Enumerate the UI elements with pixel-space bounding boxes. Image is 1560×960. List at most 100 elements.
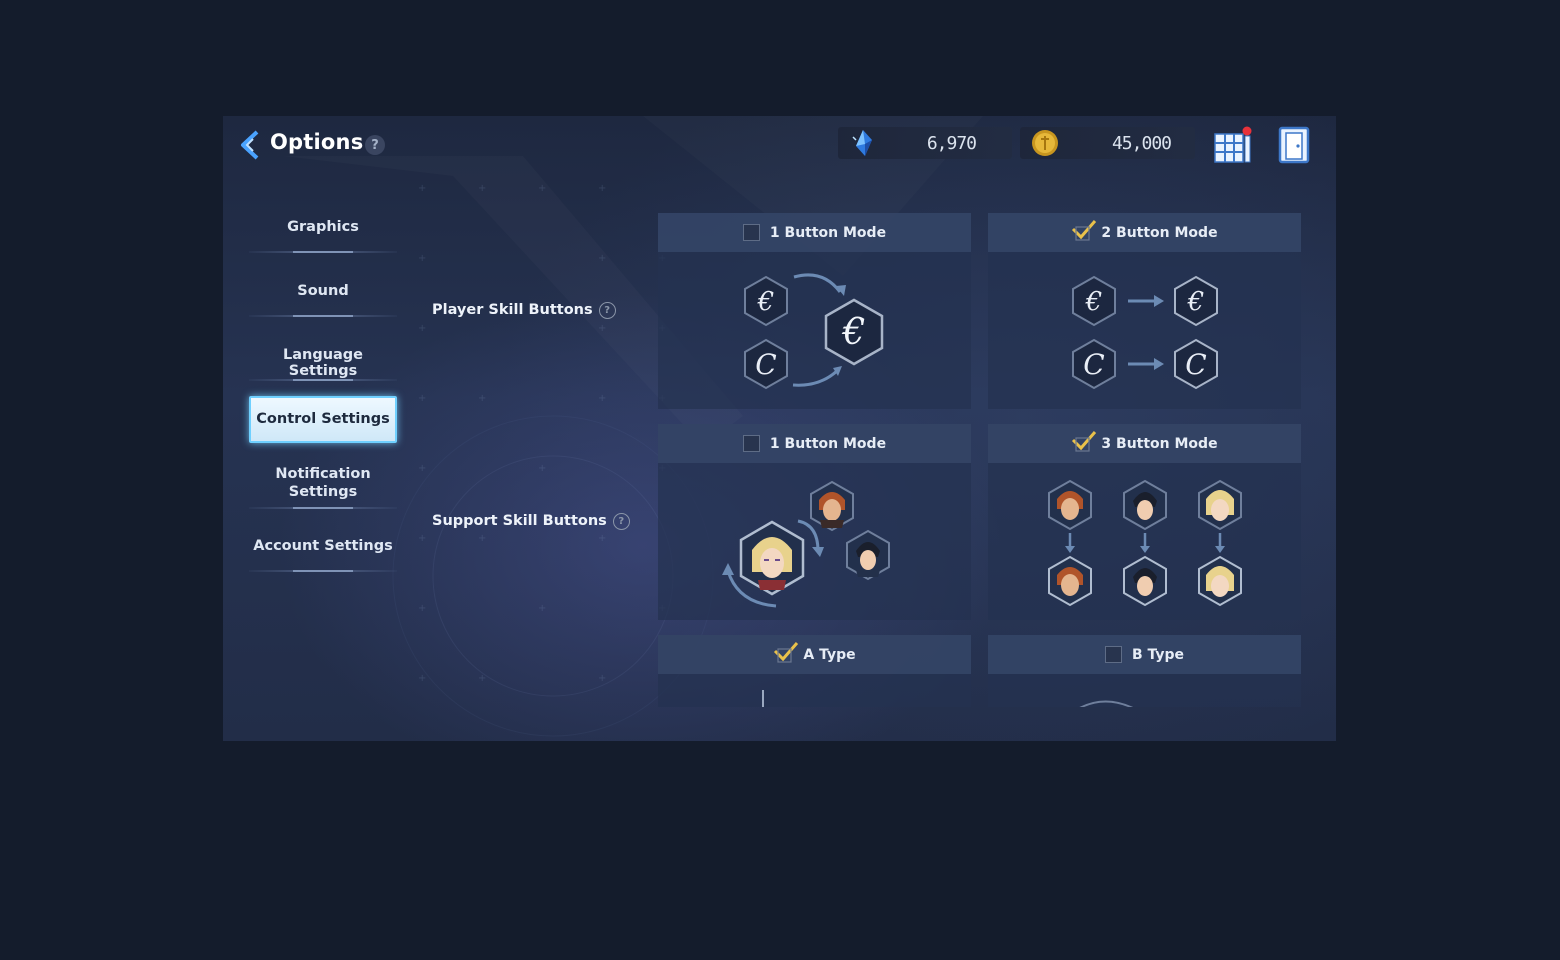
help-icon[interactable]: ? <box>612 513 630 530</box>
option-label: B Type <box>1131 646 1185 663</box>
notification-badge <box>1242 126 1252 136</box>
divider <box>249 315 397 317</box>
svg-text:+: + <box>478 393 486 404</box>
svg-text:C: C <box>1083 348 1104 381</box>
b-type-preview <box>1079 700 1134 707</box>
help-button[interactable]: ? <box>365 135 385 155</box>
menu-button[interactable] <box>1213 126 1253 164</box>
support-skill-buttons-label: Support Skill Buttons? <box>432 513 630 530</box>
svg-text:+: + <box>418 533 426 544</box>
support-3-button-diagram <box>1048 479 1242 607</box>
gold-counter[interactable]: 45,000 <box>1020 127 1195 159</box>
portrait-column-dark <box>1123 479 1167 607</box>
player-2-button-mode-option[interactable]: 2 Button Mode € € C C <box>988 213 1301 409</box>
svg-text:+: + <box>598 533 606 544</box>
exit-door-icon <box>1278 126 1310 164</box>
sidebar-item-language-settings[interactable]: Language Settings <box>249 347 397 383</box>
checkmark-icon <box>1072 219 1097 241</box>
portrait-column-blonde <box>1198 479 1242 607</box>
row-label-text: Player Skill Buttons <box>432 302 593 318</box>
option-label: 2 Button Mode <box>1101 224 1218 241</box>
support-1-button-mode-option[interactable]: 1 Button Mode <box>658 424 971 620</box>
back-button[interactable] <box>235 129 263 161</box>
svg-text:+: + <box>598 253 606 264</box>
svg-text:+: + <box>598 323 606 334</box>
svg-text:€: € <box>757 287 775 317</box>
sidebar-item-label: Notification Settings <box>275 466 371 500</box>
svg-text:+: + <box>478 183 486 194</box>
sidebar-item-account-settings[interactable]: Account Settings <box>249 538 397 574</box>
svg-text:+: + <box>478 673 486 684</box>
svg-text:+: + <box>598 673 606 684</box>
option-header: B Type <box>988 635 1301 674</box>
svg-text:€: € <box>1187 287 1205 317</box>
svg-text:C: C <box>1185 348 1206 381</box>
svg-text:+: + <box>418 393 426 404</box>
svg-text:+: + <box>538 603 546 614</box>
grid-menu-icon <box>1214 126 1252 163</box>
chevron-left-icon <box>241 130 259 160</box>
checkbox-empty[interactable] <box>742 224 760 241</box>
character-portrait-blonde <box>739 520 805 596</box>
sidebar-item-control-settings[interactable]: Control Settings <box>249 396 397 443</box>
support-3-button-mode-option[interactable]: 3 Button Mode <box>988 424 1301 620</box>
option-header: 2 Button Mode <box>988 213 1301 252</box>
sidebar-item-label: Language Settings <box>282 347 364 379</box>
support-1-button-diagram <box>722 480 890 608</box>
a-type-preview <box>762 690 764 707</box>
option-label: 1 Button Mode <box>769 224 887 241</box>
sidebar-item-label: Graphics <box>287 219 359 235</box>
svg-text:+: + <box>418 323 426 334</box>
character-portrait-dark <box>846 529 890 581</box>
portrait-column-red <box>1048 479 1092 607</box>
skill-icon-large: € <box>824 298 884 366</box>
skill-icon: € <box>744 275 788 327</box>
player-skill-buttons-label: Player Skill Buttons? <box>432 302 616 319</box>
option-label: A Type <box>803 646 856 663</box>
gem-counter[interactable]: 6,970 <box>838 127 1012 159</box>
sidebar-item-graphics[interactable]: Graphics <box>249 219 397 255</box>
sidebar-item-label: Sound <box>297 283 349 299</box>
player-2-button-diagram: € € C C <box>1072 275 1218 390</box>
crystal-gem-icon <box>852 130 872 156</box>
gold-coin-icon <box>1032 130 1058 156</box>
svg-text:+: + <box>418 673 426 684</box>
svg-text:+: + <box>598 393 606 404</box>
options-screen: ++++ +++ +++ ++++ +++ +++ +++ +++ Option… <box>223 116 1336 741</box>
divider <box>249 379 397 381</box>
checkbox-empty[interactable] <box>1104 646 1122 663</box>
svg-text:+: + <box>418 603 426 614</box>
page-title: Options <box>270 130 364 154</box>
svg-text:+: + <box>478 533 486 544</box>
svg-text:+: + <box>538 183 546 194</box>
sidebar-item-label: Control Settings <box>256 411 390 427</box>
exit-button[interactable] <box>1277 125 1313 165</box>
help-icon[interactable]: ? <box>598 302 616 319</box>
checkmark-icon <box>1072 430 1097 452</box>
option-label: 3 Button Mode <box>1101 435 1218 452</box>
option-header: A Type <box>658 635 971 674</box>
option-label: 1 Button Mode <box>769 435 887 452</box>
svg-text:+: + <box>598 183 606 194</box>
sidebar-item-label: Account Settings <box>253 538 393 554</box>
svg-text:+: + <box>418 183 426 194</box>
a-type-option[interactable]: A Type <box>658 635 971 707</box>
gem-amount: 6,970 <box>926 133 977 154</box>
checkbox-empty[interactable] <box>742 435 760 452</box>
sidebar-item-sound[interactable]: Sound <box>249 283 397 319</box>
skill-icon: C <box>744 338 788 390</box>
player-1-button-mode-option[interactable]: 1 Button Mode € C € <box>658 213 971 409</box>
svg-text:+: + <box>538 463 546 474</box>
top-bar: Options ? 6,970 45,000 <box>223 116 1336 172</box>
svg-text:€: € <box>842 312 866 353</box>
svg-text:C: C <box>755 348 776 381</box>
character-portrait-red <box>810 480 854 532</box>
divider <box>249 507 397 509</box>
row-label-text: Support Skill Buttons <box>432 513 607 529</box>
b-type-option[interactable]: B Type <box>988 635 1301 707</box>
sidebar-item-notification-settings[interactable]: Notification Settings <box>249 465 397 509</box>
checkmark-icon <box>774 641 799 663</box>
svg-text:+: + <box>418 463 426 474</box>
option-header: 3 Button Mode <box>988 424 1301 463</box>
option-header: 1 Button Mode <box>658 213 971 252</box>
